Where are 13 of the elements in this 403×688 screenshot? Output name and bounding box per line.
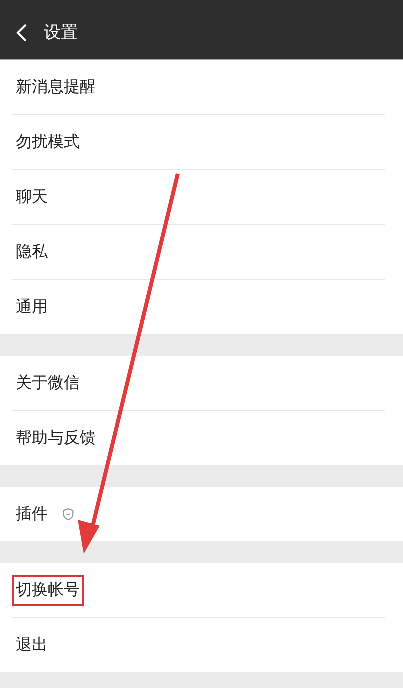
settings-item[interactable]: 关于微信 (12, 368, 84, 398)
plugin-icon (62, 508, 75, 520)
settings-item[interactable]: 隐私 (12, 236, 52, 268)
settings-item[interactable]: 切换帐号 (12, 574, 84, 606)
settings-item[interactable]: 勿扰模式 (12, 126, 84, 158)
settings-item[interactable]: 帮助与反馈 (12, 422, 100, 454)
settings-item[interactable]: 退出 (12, 630, 52, 660)
back-icon[interactable] (16, 22, 28, 42)
settings-item[interactable]: 通用 (12, 292, 52, 322)
settings-item[interactable]: 聊天 (12, 182, 52, 212)
settings-item[interactable]: 插件 (12, 498, 52, 530)
settings-item[interactable]: 新消息提醒 (12, 72, 100, 102)
page-title: 设置 (44, 22, 78, 44)
